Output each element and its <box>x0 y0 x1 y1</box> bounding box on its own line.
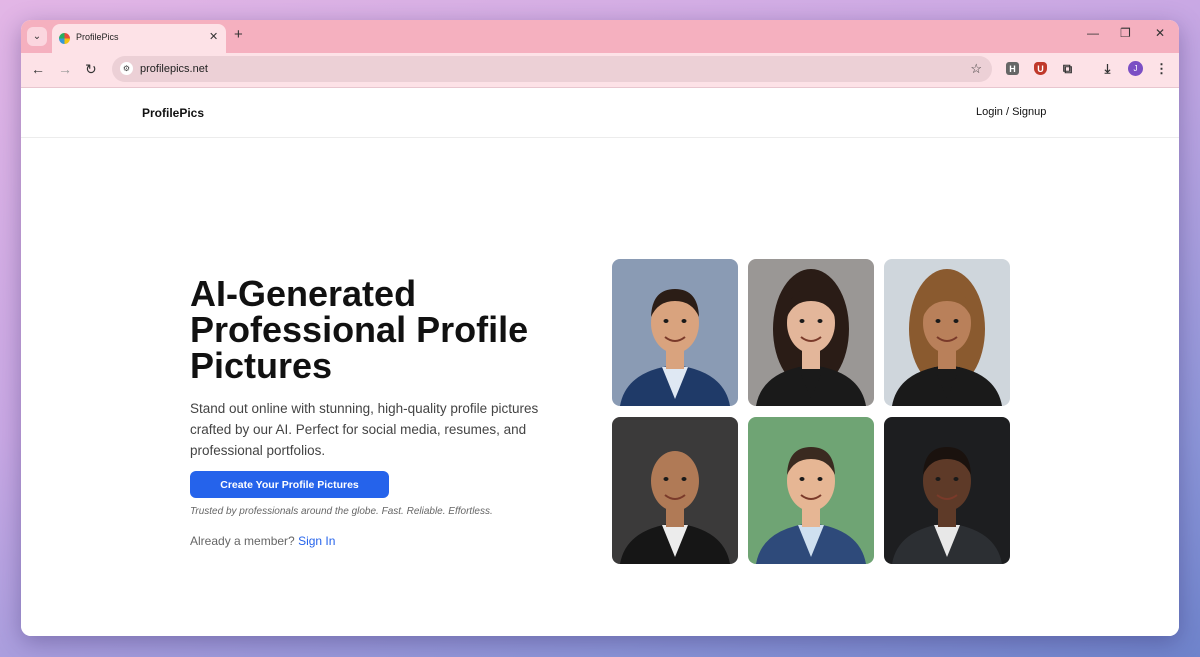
close-icon[interactable]: ✕ <box>209 30 218 43</box>
address-bar[interactable]: ⚙ profilepics.net ☆ <box>112 56 992 82</box>
portrait-bald-man <box>612 417 738 564</box>
tab-search-button[interactable]: ⌄ <box>27 27 47 46</box>
tab-strip: ⌄ ProfilePics ✕ + — ❐ ✕ <box>21 20 1179 53</box>
sign-in-link[interactable]: Sign In <box>298 534 335 548</box>
extensions-puzzle-icon[interactable]: ⧉ <box>1061 61 1074 76</box>
site-favicon-icon <box>59 33 70 44</box>
download-icon[interactable]: ⤓ <box>1101 61 1114 76</box>
back-icon[interactable]: ← <box>31 61 45 77</box>
portrait-woman-dark-hair <box>748 259 874 406</box>
chevron-down-icon: ⌄ <box>32 31 42 42</box>
bookmark-star-icon[interactable]: ☆ <box>970 61 982 77</box>
page-content: ProfilePics Login / Signup AI-Generated … <box>21 88 1179 636</box>
create-profile-pictures-button[interactable]: Create Your Profile Pictures <box>190 471 389 498</box>
new-tab-icon[interactable]: + <box>234 26 243 43</box>
site-brand[interactable]: ProfilePics <box>142 106 204 120</box>
site-header: ProfilePics Login / Signup <box>21 88 1179 138</box>
portrait-man-gray-suit <box>884 417 1010 564</box>
url-text[interactable]: profilepics.net <box>140 63 208 75</box>
portrait-man-blue-suit <box>612 259 738 406</box>
member-line: Already a member? Sign In <box>190 534 335 548</box>
browser-window: ⌄ ProfilePics ✕ + — ❐ ✕ ← → ↻ ⚙ profilep… <box>21 20 1179 636</box>
login-signup-link[interactable]: Login / Signup <box>976 106 1046 118</box>
trust-line: Trusted by professionals around the glob… <box>190 506 493 517</box>
hero-subtitle: Stand out online with stunning, high-qua… <box>190 401 539 458</box>
tab-profilepics[interactable]: ProfilePics ✕ <box>52 24 226 53</box>
profile-avatar[interactable]: J <box>1128 61 1143 76</box>
forward-icon[interactable]: → <box>58 61 72 77</box>
window-close-icon[interactable]: ✕ <box>1155 26 1165 40</box>
extension-shield-icon[interactable]: U <box>1034 62 1047 75</box>
extension-h-icon[interactable]: H <box>1006 62 1019 75</box>
member-prompt: Already a member? <box>190 534 295 548</box>
hero-title: AI-Generated Professional Profile Pictur… <box>190 273 529 386</box>
browser-toolbar: ← → ↻ ⚙ profilepics.net ☆ H U ⧉ ⤓ J ⋮ <box>21 53 1179 88</box>
tab-title: ProfilePics <box>76 32 119 42</box>
reload-icon[interactable]: ↻ <box>85 61 97 78</box>
minimize-icon[interactable]: — <box>1087 26 1099 40</box>
portrait-woman-wavy-hair <box>884 259 1010 406</box>
more-menu-icon[interactable]: ⋮ <box>1155 61 1168 76</box>
portrait-young-man-smiling <box>748 417 874 564</box>
portrait-grid <box>612 259 1010 564</box>
restore-icon[interactable]: ❐ <box>1120 26 1131 40</box>
site-info-icon[interactable]: ⚙ <box>120 62 133 75</box>
